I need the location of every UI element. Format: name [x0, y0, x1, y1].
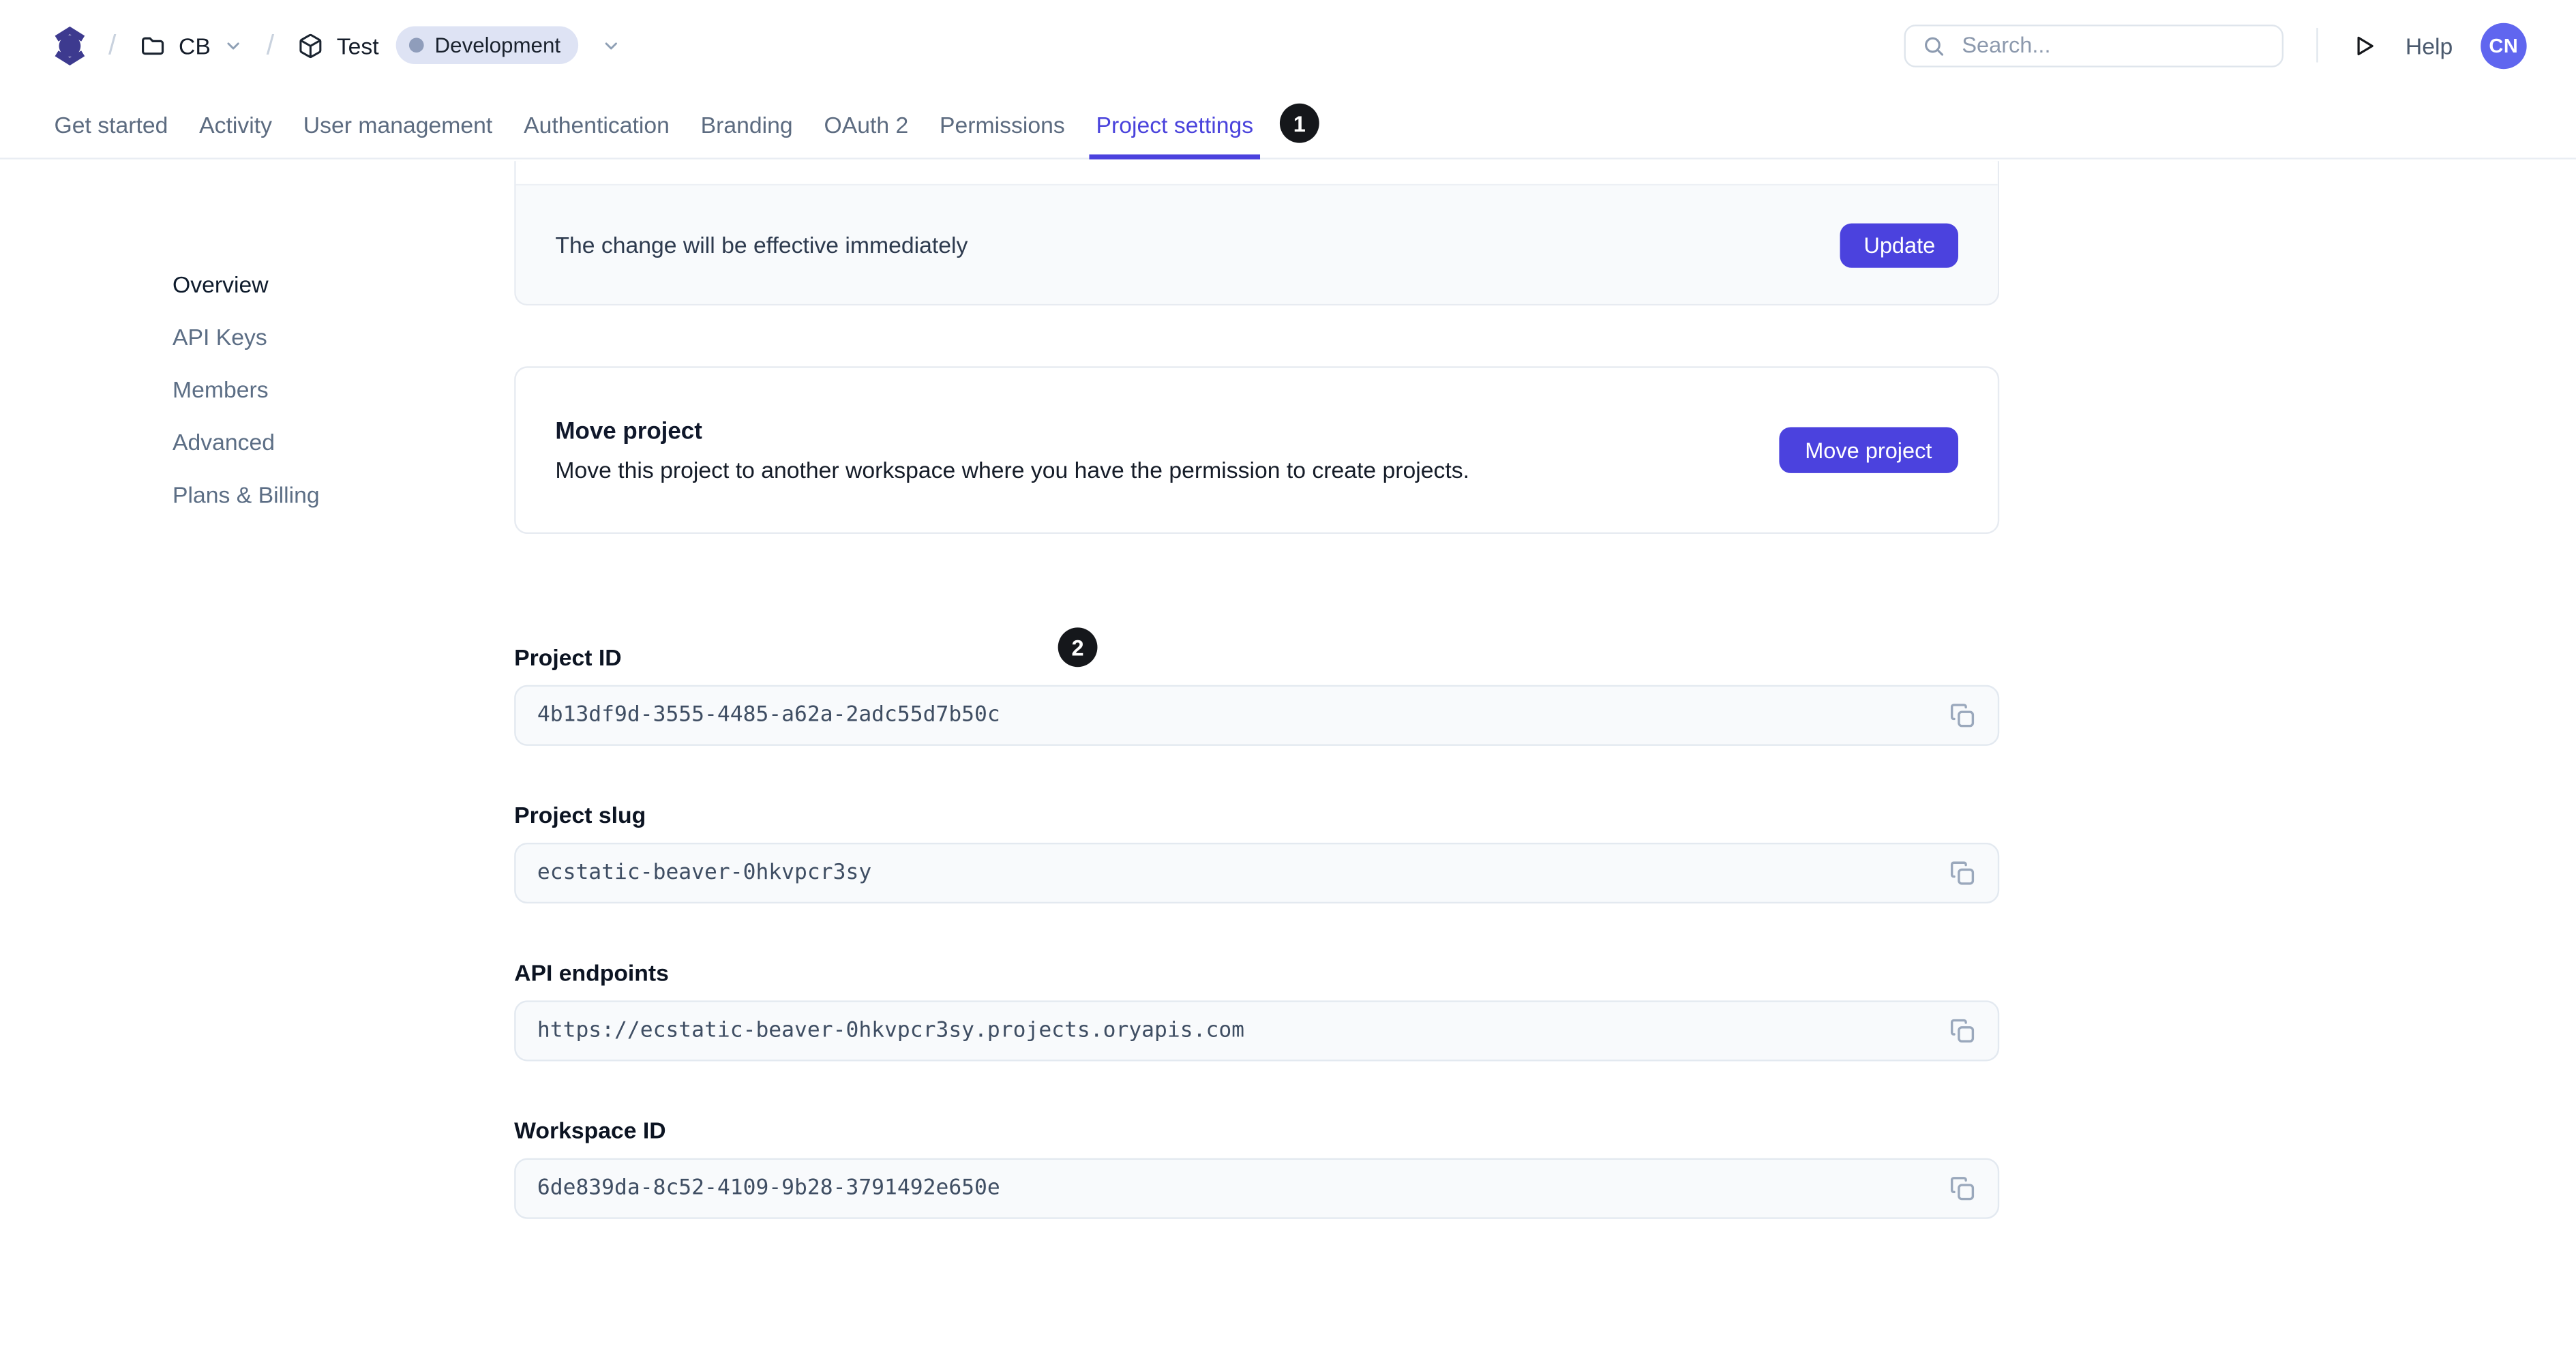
environment-dot-icon [408, 38, 423, 53]
copy-icon [1947, 1017, 1975, 1045]
play-icon[interactable] [2351, 32, 2378, 59]
tab-get-started[interactable]: Get started [55, 91, 168, 158]
update-card-body [515, 161, 1998, 186]
field-workspace-id: Workspace ID 6de839da-8c52-4109-9b28-379… [514, 1117, 2000, 1219]
settings-sidebar: Overview API Keys Members Advanced Plans… [173, 269, 320, 509]
annotation-badge-2: 2 [1058, 627, 1098, 668]
ory-logo-icon[interactable] [55, 25, 86, 65]
project-id-value: 4b13df9d-3555-4485-a62a-2adc55d7b50c [537, 703, 1000, 728]
top-header: / CB / Test Development Search... Help C… [0, 0, 2576, 91]
chevron-down-icon [601, 35, 621, 55]
tab-branding[interactable]: Branding [701, 91, 793, 158]
field-box: 6de839da-8c52-4109-9b28-3791492e650e [514, 1158, 2000, 1219]
field-project-slug: Project slug ecstatic-beaver-0hkvpcr3sy [514, 801, 2000, 904]
move-project-button[interactable]: Move project [1778, 427, 1959, 473]
sidebar-item-overview[interactable]: Overview [173, 269, 320, 299]
move-project-description: Move this project to another workspace w… [555, 455, 1469, 483]
copy-button[interactable] [1947, 1174, 1976, 1203]
workspace-id-value: 6de839da-8c52-4109-9b28-3791492e650e [537, 1176, 1000, 1201]
chevron-down-icon [224, 35, 243, 55]
search-box[interactable] [1904, 23, 2284, 67]
breadcrumb-separator: / [108, 29, 117, 60]
search-input[interactable] [1958, 31, 2266, 59]
field-label: API endpoints [514, 959, 669, 986]
copy-button[interactable] [1947, 701, 1976, 730]
sidebar-item-api-keys[interactable]: API Keys [173, 322, 320, 351]
tab-authentication[interactable]: Authentication [524, 91, 670, 158]
field-label: Workspace ID [514, 1117, 666, 1143]
field-label: Project slug [514, 801, 646, 828]
field-api-endpoints: API endpoints https://ecstatic-beaver-0h… [514, 959, 2000, 1062]
field-label: Project ID [514, 644, 622, 671]
field-project-id: Project ID 4b13df9d-3555-4485-a62a-2adc5… [514, 644, 2000, 746]
project-slug-value: ecstatic-beaver-0hkvpcr3sy [537, 860, 872, 886]
sidebar-item-advanced[interactable]: Advanced [173, 427, 320, 456]
tab-user-management[interactable]: User management [303, 91, 492, 158]
field-box: ecstatic-beaver-0hkvpcr3sy [514, 843, 2000, 904]
package-icon [297, 32, 324, 59]
environment-badge: Development [395, 26, 579, 64]
folder-icon [139, 32, 166, 59]
header-actions: Help CN [1904, 22, 2527, 68]
update-button[interactable]: Update [1840, 222, 1959, 267]
project-id-fields: Project ID 4b13df9d-3555-4485-a62a-2adc5… [514, 644, 2000, 1219]
update-card: The change will be effective immediately… [514, 161, 2000, 306]
environment-label: Development [434, 33, 561, 58]
move-project-card: Move project Move this project to anothe… [514, 366, 2000, 535]
project-name: Test [336, 31, 379, 59]
copy-icon [1947, 859, 1975, 887]
avatar[interactable]: CN [2481, 22, 2527, 68]
field-box: https://ecstatic-beaver-0hkvpcr3sy.proje… [514, 1000, 2000, 1062]
project-switcher[interactable]: Test Development [297, 26, 621, 64]
update-card-footer: The change will be effective immediately… [515, 185, 1998, 304]
move-project-text: Move project Move this project to anothe… [555, 418, 1778, 482]
breadcrumb-separator: / [266, 29, 275, 60]
copy-button[interactable] [1947, 1016, 1976, 1045]
workspace-switcher[interactable]: CB [139, 32, 243, 59]
field-box: 4b13df9d-3555-4485-a62a-2adc55d7b50c [514, 685, 2000, 746]
header-divider [2316, 27, 2319, 63]
settings-content: The change will be effective immediately… [514, 161, 2000, 1275]
tab-permissions[interactable]: Permissions [940, 91, 1065, 158]
copy-button[interactable] [1947, 858, 1976, 888]
update-note: The change will be effective immediately [555, 231, 968, 258]
annotation-badge-1: 1 [1279, 103, 1319, 143]
tab-project-settings[interactable]: Project settings [1089, 91, 1260, 160]
page: / CB / Test Development Search... Help C… [0, 0, 2576, 1365]
workspace-name: CB [178, 31, 211, 59]
help-link[interactable]: Help [2406, 32, 2453, 59]
copy-icon [1947, 1175, 1975, 1203]
tab-activity[interactable]: Activity [199, 91, 272, 158]
sidebar-item-members[interactable]: Members [173, 374, 320, 404]
sidebar-item-plans-billing[interactable]: Plans & Billing [173, 480, 320, 509]
api-endpoints-value: https://ecstatic-beaver-0hkvpcr3sy.proje… [537, 1018, 1245, 1043]
tab-oauth2[interactable]: OAuth 2 [824, 91, 908, 158]
search-icon [1922, 33, 1945, 57]
move-project-title: Move project [555, 418, 702, 445]
copy-icon [1947, 702, 1975, 730]
